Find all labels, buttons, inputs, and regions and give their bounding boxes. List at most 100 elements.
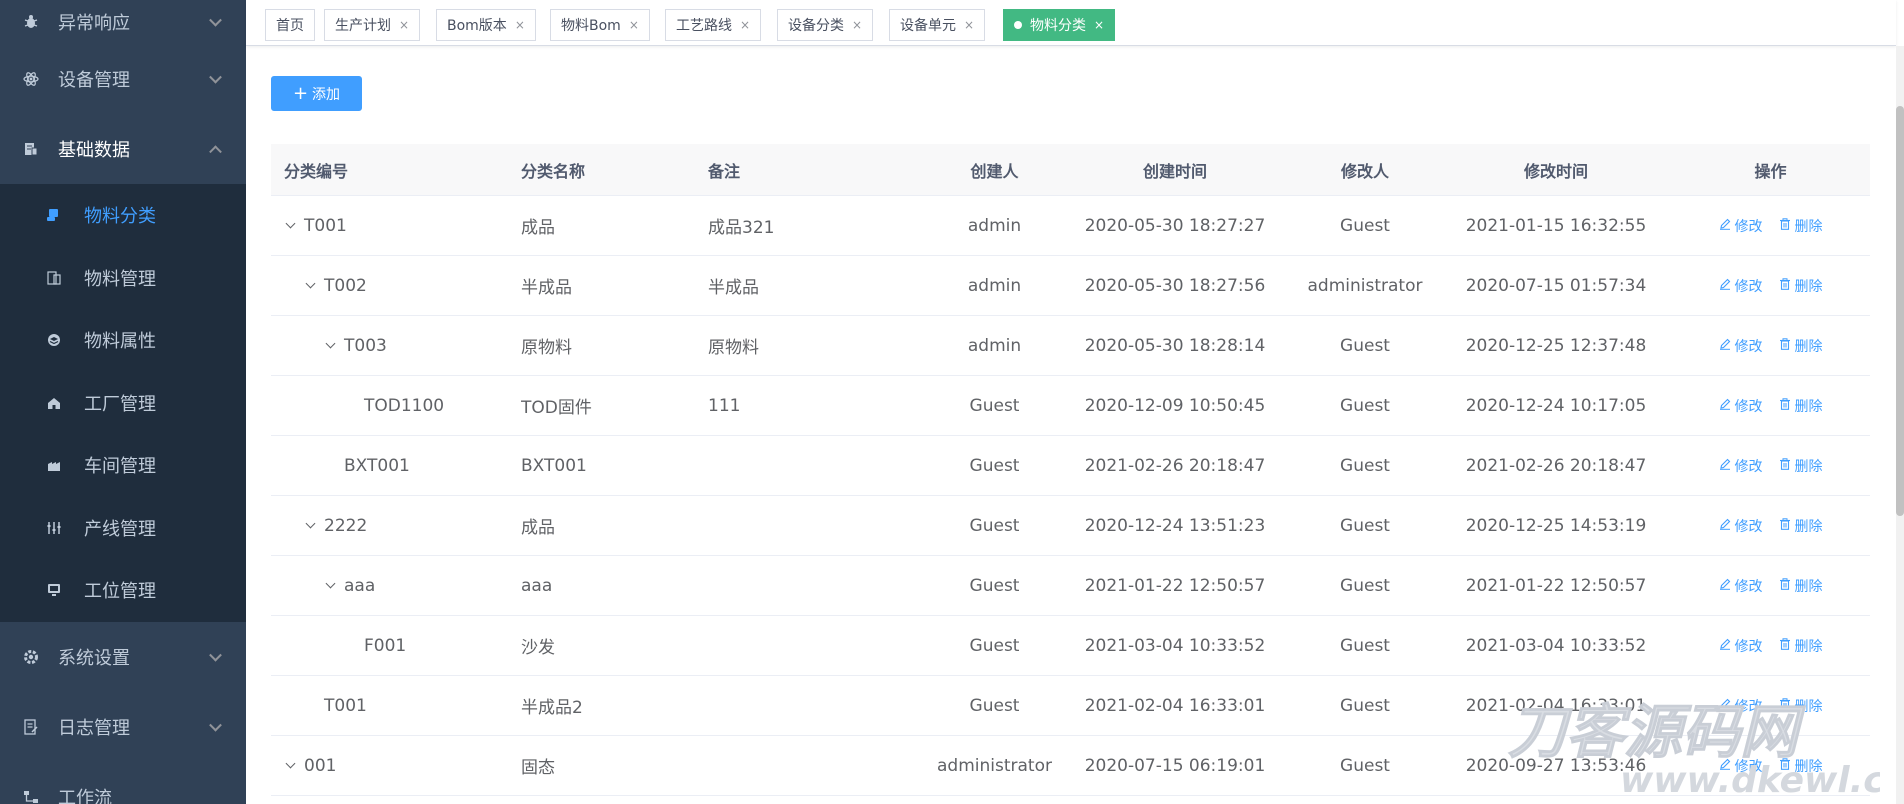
sidebar-item-production-line[interactable]: 产线管理: [0, 497, 246, 560]
page-scrollbar-thumb[interactable]: [1896, 106, 1904, 516]
expand-arrow-icon[interactable]: [284, 218, 296, 229]
sidebar-item-material-attribute[interactable]: 物料属性: [0, 309, 246, 372]
edit-icon: [1719, 698, 1731, 714]
edit-button[interactable]: 修改: [1719, 396, 1763, 416]
trash-icon: [1779, 458, 1791, 474]
delete-button[interactable]: 删除: [1779, 516, 1823, 536]
menu-item-system-settings[interactable]: 系统设置: [0, 622, 246, 692]
plus-icon: +: [292, 82, 309, 104]
tab-process-route[interactable]: 工艺路线 ×: [665, 9, 762, 41]
cell-name: aaa: [521, 575, 553, 596]
delete-button[interactable]: 删除: [1779, 636, 1823, 656]
delete-button[interactable]: 删除: [1779, 576, 1823, 596]
close-icon[interactable]: ×: [629, 18, 639, 32]
trash-icon: [1779, 218, 1791, 234]
edit-button[interactable]: 修改: [1719, 756, 1763, 776]
edit-icon: [1719, 458, 1731, 474]
sidebar-item-factory[interactable]: 工厂管理: [0, 372, 246, 435]
sidebar-item-material-category[interactable]: 物料分类: [0, 184, 246, 247]
close-icon[interactable]: ×: [1094, 18, 1104, 32]
edit-icon: [1719, 338, 1731, 354]
delete-label: 删除: [1794, 639, 1823, 655]
cell-creator: admin: [967, 335, 1022, 356]
edit-button[interactable]: 修改: [1719, 576, 1763, 596]
tab-material-bom[interactable]: 物料Bom ×: [550, 9, 650, 41]
expand-arrow-icon[interactable]: [324, 338, 336, 349]
delete-button[interactable]: 删除: [1779, 696, 1823, 716]
cell-modifier: Guest: [1340, 515, 1390, 536]
column-header-creator: 创建人: [970, 161, 1019, 181]
tab-device-category[interactable]: 设备分类 ×: [777, 9, 874, 41]
delete-label: 删除: [1794, 279, 1823, 295]
delete-label: 删除: [1794, 519, 1823, 535]
submenu-basic-data: 物料分类 物料管理 物料属性 工厂管理 车间管理 产线管理 工位管理: [0, 184, 246, 622]
edit-label: 修改: [1734, 459, 1763, 475]
column-header-modified-time: 修改时间: [1523, 161, 1588, 181]
edit-button[interactable]: 修改: [1719, 276, 1763, 296]
tab-label: 设备单元: [900, 18, 956, 34]
add-button[interactable]: + 添加: [271, 76, 362, 111]
expand-arrow-icon[interactable]: [284, 758, 296, 769]
tab-bom-version[interactable]: Bom版本 ×: [436, 9, 536, 41]
delete-button[interactable]: 删除: [1779, 336, 1823, 356]
edit-button[interactable]: 修改: [1719, 216, 1763, 236]
delete-label: 删除: [1794, 459, 1823, 475]
close-icon[interactable]: ×: [740, 18, 750, 32]
close-icon[interactable]: ×: [515, 18, 525, 32]
delete-button[interactable]: 删除: [1779, 216, 1823, 236]
expand-arrow-icon[interactable]: [304, 518, 316, 529]
edit-button[interactable]: 修改: [1719, 516, 1763, 536]
cell-name: 半成品2: [521, 698, 583, 718]
expand-arrow-icon[interactable]: [304, 278, 316, 289]
edit-button[interactable]: 修改: [1719, 336, 1763, 356]
edit-label: 修改: [1734, 519, 1763, 535]
tab-home[interactable]: 首页: [265, 9, 315, 41]
code-text: T001: [304, 215, 347, 236]
sidebar-item-material-manage[interactable]: 物料管理: [0, 247, 246, 310]
edit-button[interactable]: 修改: [1719, 696, 1763, 716]
cell-created-time: 2021-03-04 10:33:52: [1084, 635, 1266, 656]
sidebar-item-label: 物料管理: [84, 268, 156, 290]
cell-modifier: Guest: [1340, 335, 1390, 356]
cell-modifier: Guest: [1340, 635, 1390, 656]
menu-item-basic-data[interactable]: 基础数据: [0, 114, 246, 184]
cell-modified-time: 2021-03-04 10:33:52: [1465, 635, 1647, 656]
cell-created-time: 2021-01-22 12:50:57: [1084, 575, 1266, 596]
cell-name: 半成品: [521, 278, 572, 298]
menu-item-workflow[interactable]: 工作流: [0, 762, 246, 804]
code-text: aaa: [344, 575, 376, 596]
edit-label: 修改: [1734, 279, 1763, 295]
cell-creator: administrator: [937, 755, 1052, 776]
delete-button[interactable]: 删除: [1779, 756, 1823, 776]
cell-creator: admin: [967, 275, 1022, 296]
close-icon[interactable]: ×: [852, 18, 862, 32]
add-button-label: 添加: [312, 86, 341, 103]
menu-item-device[interactable]: 设备管理: [0, 44, 246, 114]
edit-label: 修改: [1734, 579, 1763, 595]
close-icon[interactable]: ×: [399, 18, 409, 32]
cell-modifier: Guest: [1340, 455, 1390, 476]
cell-code: T001: [271, 696, 521, 716]
edit-button[interactable]: 修改: [1719, 636, 1763, 656]
expand-arrow-icon[interactable]: [324, 578, 336, 589]
delete-button[interactable]: 删除: [1779, 396, 1823, 416]
menu-item-log[interactable]: 日志管理: [0, 692, 246, 762]
edit-button[interactable]: 修改: [1719, 456, 1763, 476]
close-icon[interactable]: ×: [964, 18, 974, 32]
delete-button[interactable]: 删除: [1779, 276, 1823, 296]
delete-label: 删除: [1794, 399, 1823, 415]
table-header: 分类编号 分类名称 备注 创建人 创建时间 修改人 修改时间 操作: [271, 144, 1870, 196]
page-scrollbar-track[interactable]: [1896, 46, 1904, 804]
cell-actions: 修改 删除: [1671, 395, 1870, 416]
tab-label: 物料Bom: [561, 18, 621, 34]
cell-modified-time: 2021-01-15 16:32:55: [1465, 215, 1647, 236]
sidebar-item-workshop[interactable]: 车间管理: [0, 434, 246, 497]
tab-production-plan[interactable]: 生产计划 ×: [324, 9, 421, 41]
tab-device-unit[interactable]: 设备单元 ×: [889, 9, 986, 41]
menu-bottom: 系统设置 日志管理 工作流: [0, 622, 246, 804]
delete-button[interactable]: 删除: [1779, 456, 1823, 476]
tab-material-category[interactable]: 物料分类 ×: [1003, 9, 1116, 41]
menu-item-exception[interactable]: 异常响应: [0, 0, 246, 44]
sidebar-item-workstation[interactable]: 工位管理: [0, 559, 246, 622]
trash-icon: [1779, 638, 1791, 654]
